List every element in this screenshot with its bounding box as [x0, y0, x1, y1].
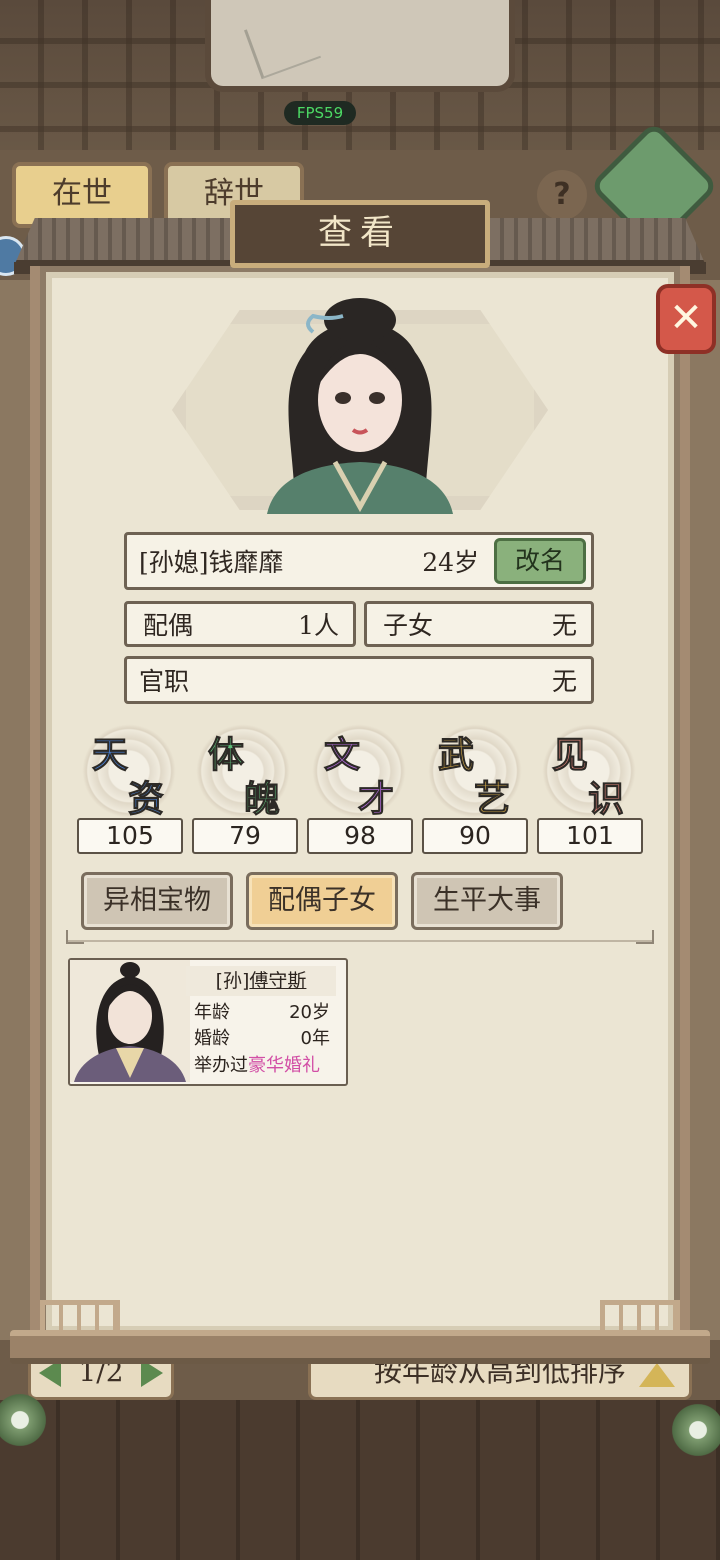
divider-corner	[66, 930, 84, 944]
fps-counter: FPS59	[284, 101, 356, 125]
spouse-age-value: 20岁	[289, 1002, 330, 1023]
office-row: 官职 无	[124, 656, 594, 704]
stat-physique-char2: 魄	[243, 778, 281, 821]
background-side-left	[0, 280, 30, 1340]
wedding-prefix: 举办过	[194, 1055, 248, 1076]
stat-martial-char2: 艺	[473, 778, 511, 821]
flower-decoration-icon	[668, 1400, 720, 1460]
stat-physique-value: 79	[192, 818, 298, 854]
divider-corner	[636, 930, 654, 944]
question-mark-icon[interactable]: ?	[537, 170, 587, 220]
stat-aptitude-char2: 资	[127, 778, 165, 821]
section-divider	[66, 940, 654, 942]
background-painting	[205, 0, 515, 92]
stat-literacy-char2: 才	[357, 778, 395, 821]
character-name: [孙媳]钱靡靡	[139, 548, 284, 577]
rail-decoration	[600, 1300, 680, 1334]
marriage-label: 婚龄	[194, 1028, 230, 1049]
sort-triangle-icon	[639, 1363, 675, 1387]
stat-insight-value: 101	[537, 818, 643, 854]
tab-life-events[interactable]: 生平大事	[411, 872, 563, 930]
stat-insight-char2: 识	[587, 778, 625, 821]
character-portrait	[267, 298, 453, 514]
rename-button[interactable]: 改名	[494, 538, 586, 584]
tab-spouse-children[interactable]: 配偶子女	[246, 872, 398, 930]
stat-martial-value: 90	[422, 818, 528, 854]
spouse-avatar	[70, 960, 190, 1082]
character-age: 24岁	[422, 548, 479, 577]
close-button[interactable]: ✕	[656, 284, 716, 354]
modal-title: 查看	[230, 200, 490, 268]
tab-treasures[interactable]: 异相宝物	[81, 872, 233, 930]
spouse-marriage-line: 婚龄 0年	[194, 1024, 330, 1050]
wedding-line: 举办过豪华婚礼	[194, 1051, 344, 1077]
modal-base	[10, 1330, 710, 1364]
background-side-right	[690, 280, 720, 1340]
stat-martial-char1: 武	[437, 734, 475, 777]
spouse-age-label: 年龄	[194, 1002, 230, 1023]
office-label: 官职	[139, 667, 190, 696]
stat-literacy-value: 98	[307, 818, 413, 854]
spouse-prefix: [孙]	[215, 970, 250, 992]
close-x-icon: ✕	[669, 295, 703, 341]
stat-physique-char1: 体	[207, 734, 245, 777]
spouse-name-box: [孙]傅守斯	[186, 966, 336, 996]
stat-insight-char1: 见	[551, 734, 589, 777]
spouse-age-line: 年龄 20岁	[194, 998, 330, 1024]
office-value: 无	[551, 667, 577, 696]
rail-decoration	[40, 1300, 120, 1334]
spouse-count: 1人	[298, 611, 339, 640]
children-label: 子女	[383, 611, 434, 640]
background-floor	[0, 1400, 720, 1560]
wedding-type: 豪华婚礼	[248, 1055, 320, 1076]
spouse-label: 配偶	[143, 611, 194, 640]
children-value: 无	[551, 611, 577, 640]
spouse-name[interactable]: 傅守斯	[249, 970, 306, 992]
marriage-value: 0年	[300, 1028, 330, 1049]
stat-aptitude-value: 105	[77, 818, 183, 854]
stat-literacy-char1: 文	[323, 734, 361, 777]
stat-aptitude-char1: 天	[91, 734, 129, 777]
spouse-row: 配偶 1人	[124, 601, 356, 647]
children-row: 子女 无	[364, 601, 594, 647]
